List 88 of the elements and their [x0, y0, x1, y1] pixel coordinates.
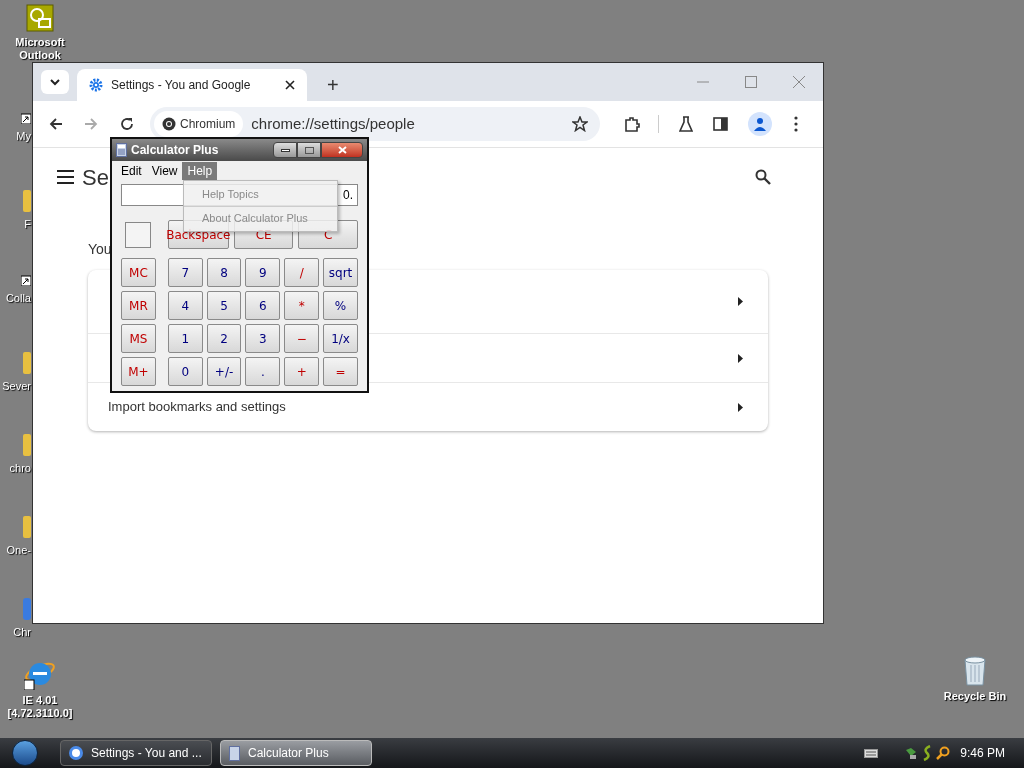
taskbar-button[interactable]: Calculator Plus: [220, 740, 372, 766]
side-panel-icon[interactable]: [713, 117, 728, 131]
chevron-down-icon: [50, 78, 60, 86]
maximize-icon[interactable]: [745, 76, 757, 88]
tab-title: Settings - You and Google: [111, 77, 252, 94]
icon-label[interactable]: One-: [6, 542, 31, 559]
search-icon[interactable]: [755, 169, 771, 185]
flask-icon[interactable]: [679, 116, 693, 132]
calculator-icon: [229, 745, 240, 761]
calendar-icon: [26, 4, 54, 32]
calc-key[interactable]: *: [284, 291, 320, 320]
close-button[interactable]: [321, 142, 363, 158]
calc-key[interactable]: +: [284, 357, 320, 386]
network-icon[interactable]: [904, 746, 919, 760]
tab-search-button[interactable]: [41, 70, 69, 94]
calc-key[interactable]: −: [284, 324, 320, 353]
close-icon: [337, 146, 347, 154]
icon-label[interactable]: My: [16, 128, 31, 145]
calc-key[interactable]: +/-: [206, 357, 242, 386]
menu-icon[interactable]: [57, 170, 74, 184]
gear-icon: [89, 78, 103, 92]
caret-right-icon: [738, 402, 743, 412]
row-label: Import bookmarks and settings: [108, 398, 286, 417]
trash-bin-icon: [963, 656, 987, 686]
calc-key[interactable]: 1/x: [323, 324, 358, 353]
calc-key[interactable]: 6: [245, 291, 281, 320]
close-icon[interactable]: [285, 80, 295, 90]
maximize-icon: [304, 146, 314, 154]
calc-key[interactable]: sqrt: [323, 258, 358, 287]
page-title: Se: [82, 163, 109, 192]
site-chip[interactable]: Chromium: [154, 111, 244, 137]
speaker-icon[interactable]: [922, 745, 933, 761]
caret-right-icon: [738, 353, 743, 363]
icon-label[interactable]: Chr: [13, 624, 31, 641]
start-button[interactable]: [12, 740, 38, 766]
calc-key[interactable]: 2: [206, 324, 242, 353]
keyboard-icon[interactable]: [864, 748, 879, 758]
maximize-button[interactable]: [297, 142, 321, 158]
address-bar[interactable]: Chromium chrome://settings/people: [150, 107, 600, 141]
icon-label[interactable]: Sever: [2, 378, 31, 395]
calc-key[interactable]: 8: [206, 258, 242, 287]
icon-label[interactable]: IE 4.01 [4.72.3110.0]: [0, 694, 80, 720]
browser-tab[interactable]: Settings - You and Google: [77, 69, 307, 101]
calc-key[interactable]: 5: [206, 291, 242, 320]
icon-label[interactable]: chro: [9, 460, 31, 477]
calc-key[interactable]: MR: [121, 291, 156, 320]
menu-dots-icon[interactable]: [794, 116, 798, 132]
minimize-icon: [280, 148, 290, 152]
star-icon[interactable]: [572, 116, 588, 132]
calc-key[interactable]: .: [245, 357, 281, 386]
calc-key[interactable]: 1: [167, 324, 203, 353]
back-arrow-icon[interactable]: [49, 117, 63, 131]
calc-key[interactable]: MS: [121, 324, 156, 353]
display-value: 0.: [343, 187, 353, 204]
calc-key[interactable]: 0: [167, 357, 203, 386]
calc-key[interactable]: =: [323, 357, 358, 386]
puzzle-icon[interactable]: [624, 116, 640, 132]
person-icon: [753, 117, 767, 131]
menu-item[interactable]: Help: [182, 162, 218, 180]
new-tab-button[interactable]: +: [323, 75, 343, 95]
reload-icon[interactable]: [120, 117, 134, 131]
calc-key[interactable]: 3: [245, 324, 281, 353]
memory-indicator: [125, 221, 151, 248]
icon-label[interactable]: Recycle Bin: [943, 690, 1007, 703]
calc-key[interactable]: 9: [245, 258, 281, 287]
icon-label[interactable]: F: [24, 216, 31, 233]
chip-label: Chromium: [180, 116, 236, 133]
calc-key[interactable]: /: [284, 258, 320, 287]
menu-item[interactable]: Edit: [116, 162, 147, 180]
search-icon[interactable]: [936, 746, 951, 760]
minimize-button[interactable]: [273, 142, 297, 158]
calc-key[interactable]: 7: [167, 258, 203, 287]
dropdown-item[interactable]: Help Topics: [184, 182, 337, 206]
menu-item[interactable]: View: [146, 162, 183, 180]
calc-key[interactable]: M+: [121, 357, 156, 386]
profile-avatar[interactable]: [748, 112, 772, 136]
clock[interactable]: 9:46 PM: [960, 744, 1005, 762]
calculator-icon: [116, 143, 127, 157]
calc-key[interactable]: %: [323, 291, 358, 320]
url-text: chrome://settings/people: [251, 113, 416, 134]
calc-key[interactable]: 4: [167, 291, 203, 320]
window-title: Calculator Plus: [131, 142, 220, 159]
taskbar-button[interactable]: Settings - You and ...: [60, 740, 212, 766]
dropdown-item[interactable]: About Calculator Plus: [184, 206, 337, 230]
caret-right-icon: [738, 297, 743, 306]
calc-key[interactable]: MC: [121, 258, 156, 287]
icon-label[interactable]: Colla: [5, 290, 31, 307]
icon-label[interactable]: Microsoft Outlook: [0, 36, 80, 62]
